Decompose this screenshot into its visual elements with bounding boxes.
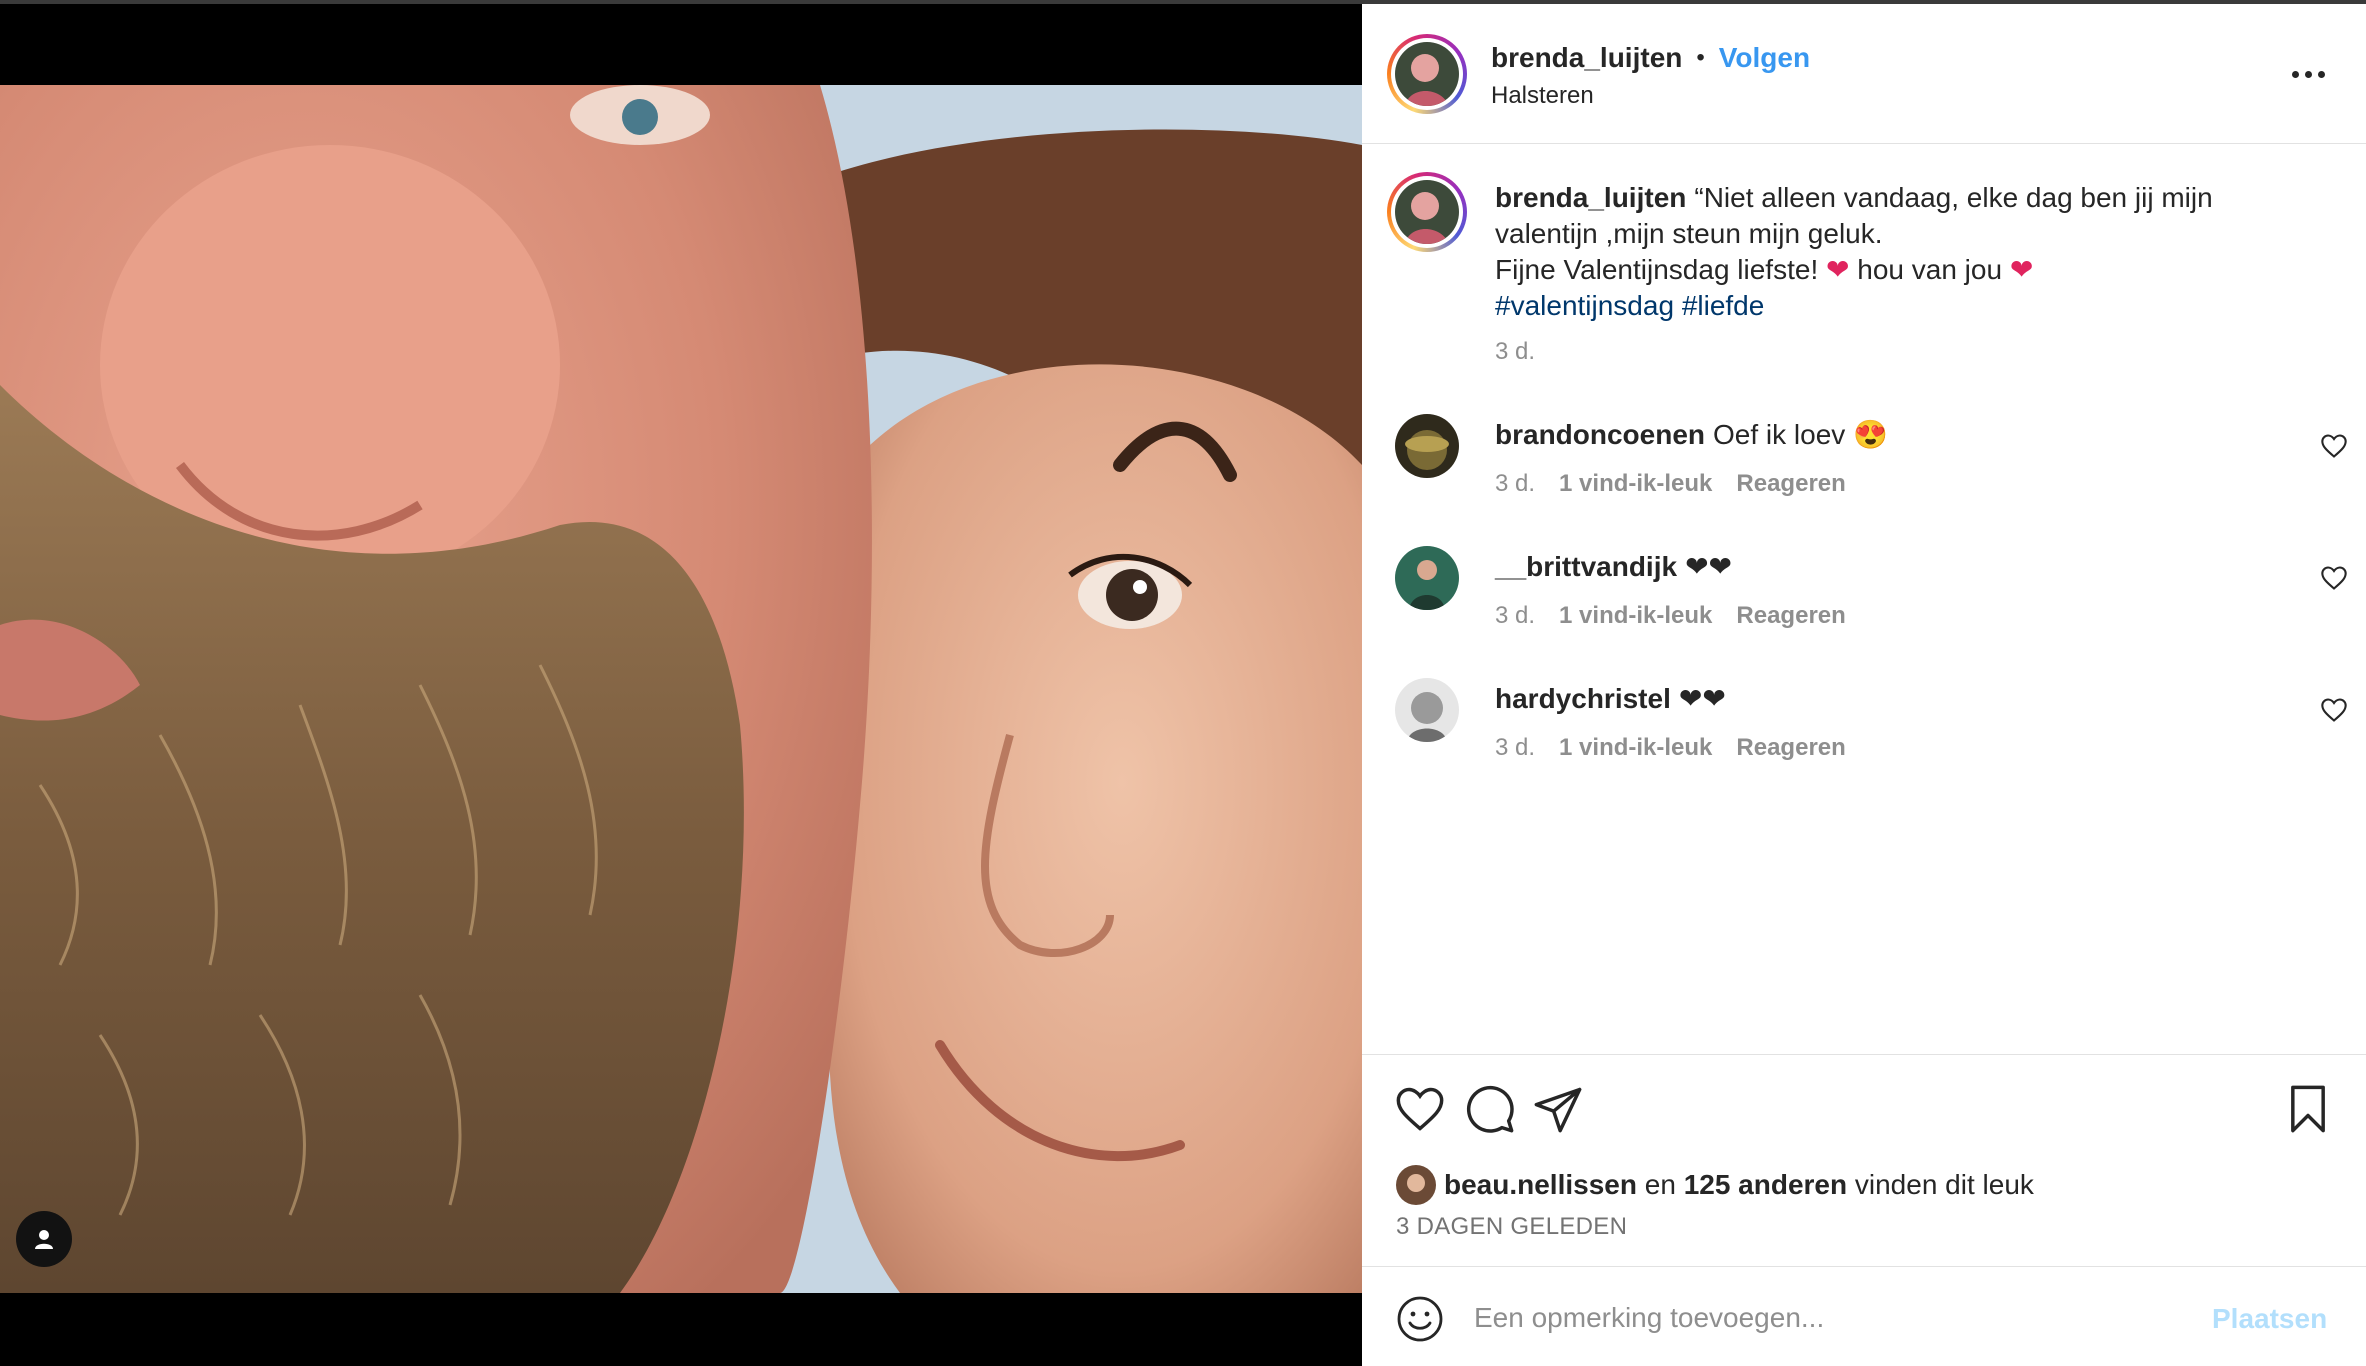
caption-line-3a: Fijne Valentijnsdag liefste!: [1495, 254, 1819, 285]
emoji-icon[interactable]: [1396, 1295, 1444, 1343]
hashtag-valentijnsdag[interactable]: #valentijnsdag: [1495, 290, 1674, 321]
comment-item: hardychristel ❤❤ 3 d. 1 vind-ik-leuk Reag…: [1362, 678, 2366, 798]
commenter-avatar[interactable]: [1395, 678, 1459, 742]
caption-author-avatar[interactable]: [1387, 172, 1467, 252]
commenter-username[interactable]: hardychristel: [1495, 683, 1671, 714]
comment-input[interactable]: [1474, 1291, 2234, 1345]
follow-button[interactable]: Volgen: [1719, 42, 1810, 74]
comment-text: ❤❤: [1685, 551, 1732, 582]
post-location[interactable]: Halsteren: [1491, 82, 1594, 110]
caption-username[interactable]: brenda_luijten: [1495, 182, 1686, 213]
post-timestamp[interactable]: 3 DAGEN GELEDEN: [1396, 1213, 1627, 1241]
comment-likes[interactable]: 1 vind-ik-leuk: [1559, 734, 1712, 762]
avatar-image: [1395, 42, 1459, 106]
caption-line-1: “Niet alleen vandaag, elke dag ben jij m…: [1694, 182, 2213, 213]
share-icon[interactable]: [1532, 1083, 1584, 1135]
add-comment-bar: Plaatsen: [1362, 1266, 2366, 1366]
comment-icon[interactable]: [1464, 1083, 1516, 1135]
caption-line-3b: hou van jou: [1857, 254, 2003, 285]
heart-icon[interactable]: [2320, 564, 2348, 592]
likes-suffix: vinden dit leuk: [1854, 1169, 2034, 1200]
likes-others[interactable]: 125 anderen: [1684, 1169, 1847, 1201]
caption-timestamp[interactable]: 3 d.: [1495, 338, 1535, 366]
avatar-image: [1395, 414, 1459, 478]
avatar-image: [1395, 180, 1459, 244]
avatar-image: [1396, 1165, 1436, 1205]
post-media: [0, 4, 1362, 1366]
post-header: brenda_luijten • Volgen Halsteren: [1362, 4, 2366, 144]
caption-text: brenda_luijten “Niet alleen vandaag, elke…: [1495, 180, 2315, 324]
reply-button[interactable]: Reageren: [1736, 470, 1845, 498]
comment-text: Oef ik loev 😍: [1713, 419, 1888, 450]
liker-username[interactable]: beau.nellissen: [1444, 1169, 1637, 1201]
bookmark-icon[interactable]: [2282, 1083, 2334, 1135]
post-photo[interactable]: [0, 85, 1362, 1293]
caption-line-2: valentijn ,mijn steun mijn geluk.: [1495, 218, 1883, 249]
likes-connector: en: [1644, 1169, 1676, 1200]
comment-item: brandoncoenen Oef ik loev 😍 3 d. 1 vind-i…: [1362, 414, 2366, 534]
tagged-users-button[interactable]: [16, 1211, 72, 1267]
comment-time[interactable]: 3 d.: [1495, 734, 1535, 762]
commenter-username[interactable]: brandoncoenen: [1495, 419, 1705, 450]
commenter-avatar[interactable]: [1395, 414, 1459, 478]
liker-avatar: [1396, 1165, 1436, 1205]
heart-emoji: ❤: [1826, 254, 1850, 285]
separator-dot: •: [1696, 44, 1705, 71]
heart-emoji: ❤: [2009, 254, 2034, 285]
hashtag-liefde[interactable]: #liefde: [1682, 290, 1765, 321]
author-avatar[interactable]: [1387, 34, 1467, 114]
user-icon: [35, 1230, 53, 1249]
comment-time[interactable]: 3 d.: [1495, 602, 1535, 630]
commenter-username[interactable]: __brittvandijk: [1495, 551, 1677, 582]
heart-icon[interactable]: [1394, 1083, 1446, 1135]
photo-illustration: [0, 85, 1362, 1293]
avatar-image: [1395, 678, 1459, 742]
heart-icon[interactable]: [2320, 696, 2348, 724]
comment-likes[interactable]: 1 vind-ik-leuk: [1559, 470, 1712, 498]
comment-text: ❤❤: [1678, 683, 1726, 714]
post-side-panel: brenda_luijten • Volgen Halsteren brenda…: [1362, 4, 2366, 1366]
more-horizontal-icon[interactable]: [2284, 54, 2332, 94]
comment-item: __brittvandijk ❤❤ 3 d. 1 vind-ik-leuk Rea…: [1362, 546, 2366, 666]
comment-time[interactable]: 3 d.: [1495, 470, 1535, 498]
avatar-image: [1395, 546, 1459, 610]
post-comment-button[interactable]: Plaatsen: [2212, 1303, 2327, 1335]
post-actions: beau.nellissen en 125 anderen vinden dit…: [1362, 1054, 2366, 1240]
likes-summary[interactable]: beau.nellissen en 125 anderen vinden dit…: [1396, 1165, 2034, 1205]
commenter-avatar[interactable]: [1395, 546, 1459, 610]
reply-button[interactable]: Reageren: [1736, 734, 1845, 762]
author-username[interactable]: brenda_luijten: [1491, 42, 1682, 74]
comment-likes[interactable]: 1 vind-ik-leuk: [1559, 602, 1712, 630]
heart-icon[interactable]: [2320, 432, 2348, 460]
reply-button[interactable]: Reageren: [1736, 602, 1845, 630]
